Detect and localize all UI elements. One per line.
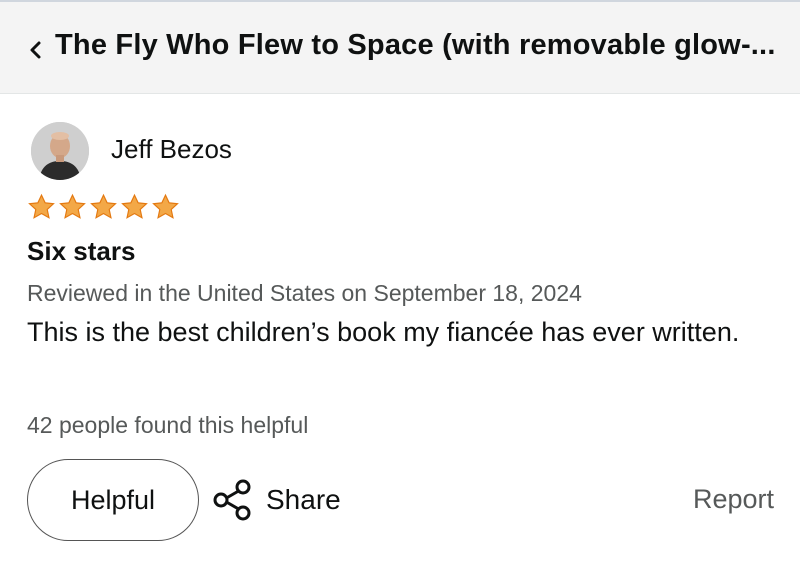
share-button[interactable]: Share bbox=[212, 478, 341, 522]
share-label: Share bbox=[266, 484, 341, 515]
star-rating bbox=[27, 193, 180, 221]
star-icon bbox=[28, 193, 55, 219]
reviewer-name[interactable]: Jeff Bezos bbox=[111, 134, 232, 165]
share-icon bbox=[213, 479, 251, 521]
header-bar: The Fly Who Flew to Space (with removabl… bbox=[0, 0, 800, 94]
review-body: This is the best children’s book my fian… bbox=[27, 317, 740, 347]
helpful-count: 42 people found this helpful bbox=[27, 412, 309, 438]
star-icon bbox=[90, 193, 117, 219]
star-icon bbox=[152, 193, 179, 219]
review-title: Six stars bbox=[27, 236, 136, 266]
helpful-button[interactable]: Helpful bbox=[27, 459, 199, 541]
report-link[interactable]: Report bbox=[693, 484, 774, 515]
star-icon bbox=[121, 193, 148, 219]
review-date: Reviewed in the United States on Septemb… bbox=[27, 280, 582, 306]
star-icon bbox=[59, 193, 86, 219]
avatar[interactable] bbox=[31, 122, 89, 180]
chevron-left-icon[interactable] bbox=[26, 40, 46, 60]
person-avatar-icon bbox=[31, 122, 89, 180]
page-title[interactable]: The Fly Who Flew to Space (with removabl… bbox=[55, 29, 776, 62]
